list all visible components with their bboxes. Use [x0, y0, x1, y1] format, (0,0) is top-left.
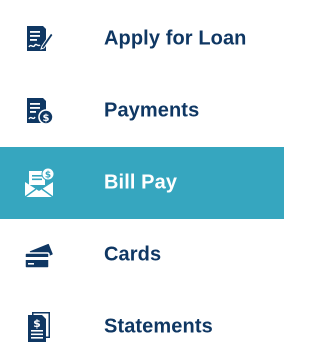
payments-document-icon: $	[22, 94, 56, 128]
menu-item-label: Payments	[104, 99, 200, 122]
bill-pay-envelope-icon: $	[22, 166, 56, 200]
svg-text:$: $	[43, 113, 50, 124]
menu-item-bill-pay[interactable]: $ Bill Pay	[0, 147, 284, 219]
sidebar-menu: Apply for Loan $ Payments $ Bill Pay Car…	[0, 3, 284, 363]
menu-item-label: Statements	[104, 315, 213, 338]
menu-item-apply-for-loan[interactable]: Apply for Loan	[0, 3, 284, 75]
menu-item-payments[interactable]: $ Payments	[0, 75, 284, 147]
svg-text:$: $	[33, 317, 41, 330]
menu-item-label: Cards	[104, 243, 162, 266]
loan-document-icon	[22, 22, 56, 56]
menu-item-cards[interactable]: Cards	[0, 219, 284, 291]
cards-icon	[22, 238, 56, 272]
menu-item-label: Apply for Loan	[104, 27, 247, 50]
statements-document-icon: $	[22, 310, 56, 344]
svg-text:$: $	[45, 171, 51, 181]
menu-item-statements[interactable]: $ Statements	[0, 291, 284, 363]
menu-item-label: Bill Pay	[104, 171, 178, 194]
